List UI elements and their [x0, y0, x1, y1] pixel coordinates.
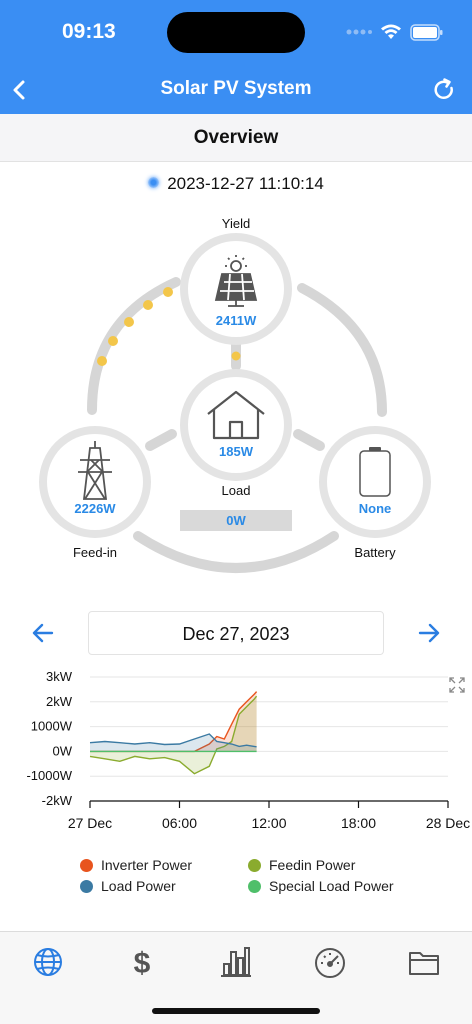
flow-arc-yield-to-battery: [297, 283, 387, 417]
load-bar-value: 0W: [180, 510, 292, 531]
tab-overview[interactable]: [30, 944, 66, 980]
overview-title: Overview: [193, 127, 279, 148]
x-tick-label: 12:00: [251, 815, 286, 831]
expand-chart-button[interactable]: [448, 676, 466, 694]
flow-dots: [97, 287, 241, 366]
legend-item[interactable]: Load Power: [80, 878, 176, 894]
dynamic-island: [167, 12, 305, 53]
flow-arc-grid-to-yield: [87, 277, 181, 415]
legend-label: Special Load Power: [269, 878, 394, 894]
legend-label: Load Power: [101, 878, 176, 894]
tab-gauge[interactable]: [312, 944, 348, 980]
feedin-value: 2226W: [74, 501, 116, 516]
flow-arc-grid-to-battery: [133, 531, 339, 573]
legend-swatch: [248, 858, 261, 872]
y-tick-label: -1000W: [26, 768, 72, 783]
legend-item[interactable]: Inverter Power: [80, 857, 192, 873]
speedometer-icon: [315, 948, 345, 978]
wifi-icon: [381, 24, 401, 39]
battery-icon: [359, 447, 391, 497]
y-tick-label: 3kW: [46, 669, 73, 684]
yield-node-ring: [180, 233, 292, 345]
feedin-node-ring: [39, 426, 151, 538]
x-tick-label: 06:00: [162, 815, 197, 831]
section-header: Overview: [0, 114, 472, 162]
expand-icon: [449, 677, 465, 693]
yield-label: Yield: [221, 216, 251, 231]
battery-value: None: [358, 501, 392, 516]
tab-files[interactable]: [406, 944, 442, 980]
cellular-signal-icon: [346, 29, 372, 35]
feedin-label: Feed-in: [72, 545, 118, 560]
arrow-right-icon: [418, 623, 440, 643]
navigation-bar: Solar PV System: [0, 66, 472, 114]
power-tower-icon: [78, 441, 112, 500]
legend-item[interactable]: Special Load Power: [248, 878, 394, 894]
date-navigator: Dec 27, 2023: [0, 611, 472, 655]
dollar-icon: $: [134, 947, 151, 980]
chart-legend: Inverter Power Feedin Power Load Power S…: [80, 855, 440, 899]
legend-swatch: [80, 858, 93, 872]
svg-text:$: $: [134, 947, 151, 980]
flow-link-battery-to-load: [293, 429, 325, 451]
load-label: Load: [221, 483, 251, 498]
legend-item[interactable]: Feedin Power: [248, 857, 355, 873]
yield-value: 2411W: [215, 313, 257, 328]
battery-status-icon: [410, 23, 443, 41]
home-indicator: [152, 1008, 320, 1014]
page-title: Solar PV System: [160, 78, 312, 99]
status-icons: [346, 22, 444, 42]
previous-day-button[interactable]: [30, 621, 56, 645]
x-tick-label: 28 Dec: [426, 815, 470, 831]
battery-node-ring: [319, 426, 431, 538]
tab-statistics[interactable]: [218, 944, 254, 980]
legend-swatch: [248, 879, 261, 893]
refresh-button[interactable]: [430, 76, 458, 104]
refresh-icon: [434, 78, 453, 99]
tab-earnings[interactable]: $: [124, 944, 160, 980]
y-tick-label: -2kW: [42, 793, 73, 808]
next-day-button[interactable]: [416, 621, 442, 645]
status-time: 09:13: [62, 20, 116, 43]
timestamp-text: 2023-12-27 11:10:14: [167, 174, 324, 193]
house-icon: [207, 390, 265, 440]
legend-swatch: [80, 879, 93, 893]
x-tick-label: 18:00: [341, 815, 376, 831]
power-chart: 3kW 2kW 1000W 0W -1000W -2kW 27 Dec 06:00 12:00 1…: [0, 665, 472, 845]
status-bar: 09:13: [0, 0, 472, 66]
folder-icon: [409, 952, 439, 975]
legend-label: Feedin Power: [269, 857, 356, 873]
globe-icon: [34, 948, 62, 976]
y-tick-label: 0W: [53, 743, 73, 758]
flow-link-grid-to-load: [145, 429, 177, 451]
y-tick-label: 2kW: [46, 694, 73, 709]
load-value: 185W: [219, 444, 253, 459]
bar-chart-icon: [221, 947, 251, 977]
timestamp: 2023-12-27 11:10:14: [0, 174, 472, 194]
solar-panel-icon: [214, 255, 258, 307]
legend-label: Inverter Power: [101, 857, 193, 873]
y-tick-label: 1000W: [31, 719, 73, 734]
load-node-ring: [180, 369, 292, 481]
live-status-dot: [148, 177, 160, 188]
x-tick-label: 27 Dec: [68, 815, 112, 831]
arrow-left-icon: [32, 623, 54, 643]
battery-label: Battery: [354, 545, 396, 560]
date-picker[interactable]: Dec 27, 2023: [88, 611, 384, 655]
